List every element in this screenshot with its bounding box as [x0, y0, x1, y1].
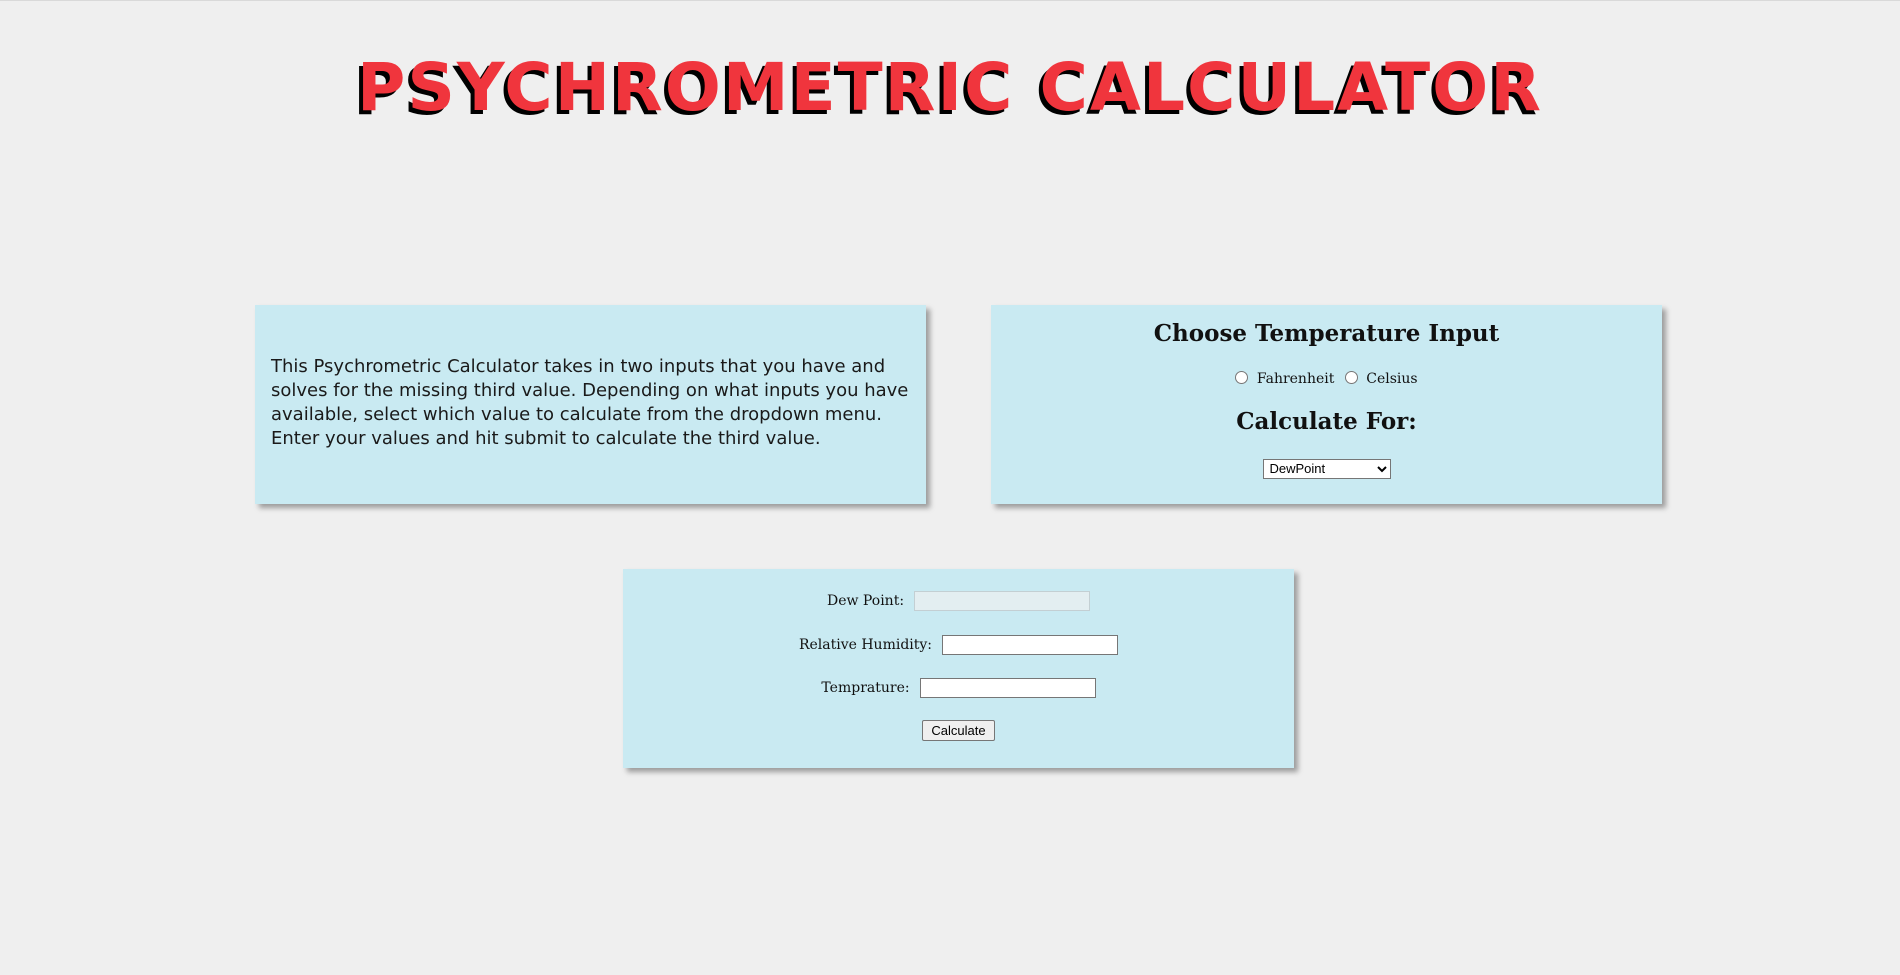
- fahrenheit-radio[interactable]: [1235, 371, 1249, 384]
- calculate-for-heading: Calculate For:: [1236, 408, 1417, 435]
- temperature-label: Temprature:: [821, 680, 910, 696]
- temperature-field[interactable]: [919, 678, 1096, 698]
- temperature-unit-group: Fahrenheit Celsius: [991, 369, 1662, 389]
- relative-humidity-label: Relative Humidity:: [798, 637, 933, 653]
- fahrenheit-label[interactable]: Fahrenheit: [1257, 371, 1335, 387]
- info-panel: This Psychrometric Calculator takes in t…: [255, 305, 926, 504]
- dew-point-field[interactable]: [914, 591, 1091, 611]
- info-description: This Psychrometric Calculator takes in t…: [271, 356, 909, 449]
- celsius-radio[interactable]: [1344, 371, 1358, 384]
- calculate-button-row: Calculate: [623, 720, 1294, 742]
- calculate-button[interactable]: Calculate: [922, 720, 995, 741]
- calculate-for-row: DewPoint: [991, 458, 1662, 479]
- temperature-row: Temprature:: [623, 677, 1294, 699]
- calculate-for-select[interactable]: DewPoint: [1262, 458, 1391, 479]
- top-divider: [0, 0, 1900, 1]
- dew-point-row: Dew Point:: [623, 590, 1294, 612]
- page-title: PSYCHROMETRIC CALCULATOR: [356, 49, 1544, 126]
- dew-point-label: Dew Point:: [826, 593, 905, 609]
- temperature-input-heading: Choose Temperature Input: [1153, 320, 1500, 347]
- relative-humidity-field[interactable]: [942, 635, 1119, 655]
- relative-humidity-row: Relative Humidity:: [623, 634, 1294, 656]
- calculator-form-panel: Dew Point: Relative Humidity: Temprature…: [623, 569, 1294, 768]
- options-panel: Choose Temperature Input Fahrenheit Cels…: [991, 305, 1662, 504]
- celsius-label[interactable]: Celsius: [1366, 371, 1417, 387]
